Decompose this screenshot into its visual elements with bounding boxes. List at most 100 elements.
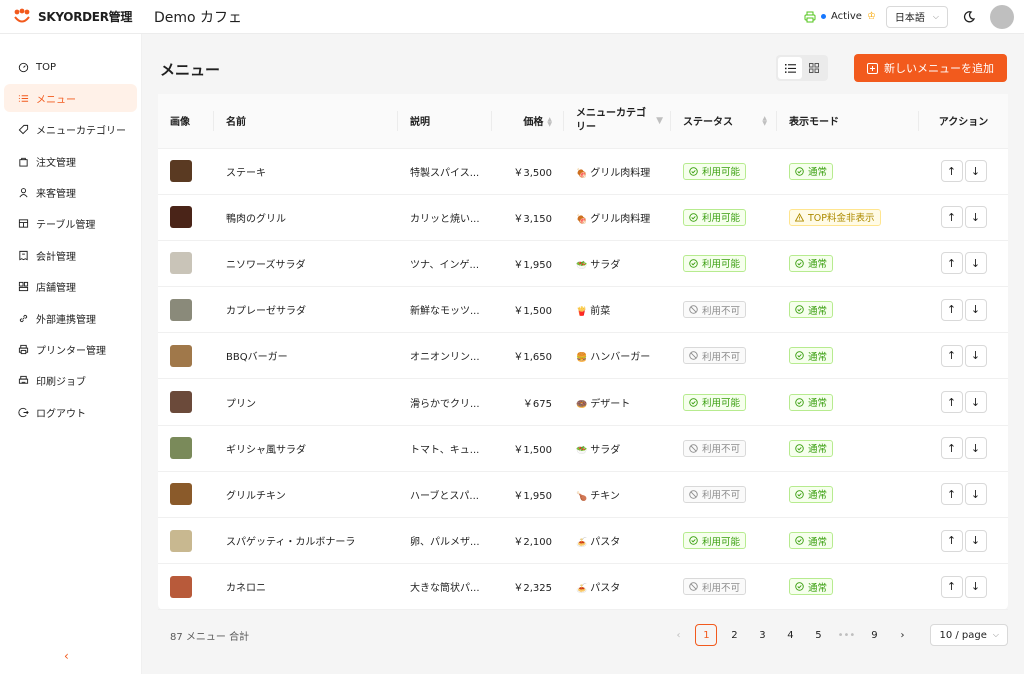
sidebar-item-8[interactable]: 外部連携管理 [4,304,137,332]
brand[interactable]: SKYORDER管理 [0,8,142,26]
arrow-down-icon: ↓ [970,441,981,455]
menu-thumbnail[interactable] [170,483,192,506]
menu-thumbnail[interactable] [170,298,192,321]
move-up-button[interactable]: ↑ [940,160,963,183]
menu-thumbnail[interactable] [170,206,192,229]
sidebar-item-10[interactable]: 印刷ジョブ [4,367,137,395]
move-down-button[interactable]: ↓ [964,252,987,275]
sidebar-item-3[interactable]: 注文管理 [4,147,137,175]
status-badge: 利用不可 [683,347,747,365]
receipt-icon [19,250,28,261]
table-row[interactable]: ギリシャ風サラダ トマト、キュ... ￥1,500 🥗 サラダ 利用不可 通常 ↑… [158,425,1008,472]
move-down-button[interactable]: ↓ [964,483,987,506]
prev-page-button[interactable]: ‹ [667,624,689,646]
move-up-button[interactable]: ↑ [940,437,963,460]
menu-thumbnail[interactable] [170,529,192,552]
sidebar-item-label: 会計管理 [36,251,76,263]
table-row[interactable]: カネロニ 大きな筒状パ... ￥2,325 🍝 パスタ 利用不可 通常 ↑ ↓ [158,563,1008,611]
sidebar-item-7[interactable]: 店舗管理 [4,273,137,301]
page-ellipsis[interactable]: ••• [835,624,857,646]
page-3-button[interactable]: 3 [751,624,773,646]
move-down-button[interactable]: ↓ [964,575,987,598]
sidebar-item-6[interactable]: 会計管理 [4,241,137,269]
menu-table: 画像 名前 説明 価格 ▲ ▼ メニューカテゴリー ▼ ステータス ▲ ▼ 表示モード ア… [158,94,1008,611]
add-menu-button[interactable]: 新しいメニューを追加 [854,54,1007,82]
menu-name: カプレーゼサラダ [214,286,398,334]
table-row[interactable]: プリン 滑らかでクリ... ￥675 🍩 デザート 利用可能 通常 ↑ ↓ [158,378,1008,426]
col-status-header[interactable]: ステータス ▲ ▼ [671,94,777,149]
menu-description: カリッと焼い... [398,194,492,241]
row-actions: ↑ ↓ [919,332,1008,380]
col-category-header[interactable]: メニューカテゴリー ▼ [564,94,671,149]
category-icon: 🍩 [576,399,588,410]
move-up-button[interactable]: ↑ [940,206,963,229]
sidebar-item-2[interactable]: メニューカテゴリー [4,116,137,144]
sidebar-item-label: ログアウト [36,408,86,420]
move-up-button[interactable]: ↑ [940,298,963,321]
warning-icon [795,212,804,222]
sidebar-item-0[interactable]: TOP [4,53,137,81]
theme-toggle-button[interactable] [958,6,980,28]
menu-thumbnail[interactable] [170,160,192,183]
page-4-button[interactable]: 4 [779,624,801,646]
move-down-button[interactable]: ↓ [964,529,987,552]
move-up-button[interactable]: ↑ [940,529,963,552]
table-row[interactable]: カプレーゼサラダ 新鮮なモッツ... ￥1,500 🍟 前菜 利用不可 通常 ↑ ↓ [158,286,1008,334]
move-up-button[interactable]: ↑ [940,575,963,598]
add-menu-label: 新しいメニューを追加 [884,62,994,75]
move-down-button[interactable]: ↓ [964,437,987,460]
grid-view-button[interactable] [802,57,826,79]
menu-thumbnail[interactable] [170,252,192,275]
page-2-button[interactable]: 2 [723,624,745,646]
move-down-button[interactable]: ↓ [964,160,987,183]
printer-status[interactable]: Active ♔ [804,11,876,23]
menu-thumbnail[interactable] [170,575,192,598]
table-row[interactable]: BBQバーガー オニオンリン... ￥1,650 🍔 ハンバーガー 利用不可 通常… [158,332,1008,380]
list-view-button[interactable] [778,57,802,79]
menu-price: ￥1,650 [492,332,564,380]
menu-thumbnail[interactable] [170,437,192,460]
sidebar-item-4[interactable]: 来客管理 [4,179,137,207]
table-row[interactable]: ステーキ 特製スパイス... ￥3,500 🍖 グリル肉料理 利用可能 通常 ↑ ↓ [158,148,1008,195]
main-content: メニュー 新しいメニューを追加 画像 名前 説明 価格 ▲ ▼ メニューカテゴリ… [142,34,1024,674]
menu-thumbnail[interactable] [170,391,192,414]
language-select[interactable]: 日本語 ⌵ [885,5,948,28]
avatar[interactable] [990,4,1014,29]
sidebar-item-9[interactable]: プリンター管理 [4,336,137,364]
table-row[interactable]: グリルチキン ハーブとスパ... ￥1,950 🍗 チキン 利用不可 通常 ↑ ↓ [158,471,1008,519]
check-circle-icon [689,213,698,222]
page-size-select[interactable]: 10 / page ⌵ [930,624,1008,646]
collapse-sidebar-button[interactable]: ‹ [64,649,69,663]
next-page-button[interactable]: › [891,624,913,646]
table-footer: 87 メニュー 合計 ‹ 1 2 3 4 5 ••• 9 › 10 / page ⌵ [158,622,1008,648]
table-row[interactable]: 鴨肉のグリル カリッと焼い... ￥3,150 🍖 グリル肉料理 利用可能 TOP… [158,194,1008,241]
move-up-button[interactable]: ↑ [940,391,963,414]
move-up-button[interactable]: ↑ [940,483,963,506]
menu-description: ハーブとスパ... [398,471,492,519]
move-up-button[interactable]: ↑ [940,252,963,275]
sidebar-item-5[interactable]: テーブル管理 [4,210,137,238]
sidebar-item-label: メニュー [36,94,76,106]
sidebar-item-11[interactable]: ログアウト [4,398,137,426]
page-5-button[interactable]: 5 [807,624,829,646]
arrow-up-icon: ↑ [946,534,957,548]
move-down-button[interactable]: ↓ [964,206,987,229]
menu-price: ￥2,100 [492,517,564,565]
move-down-button[interactable]: ↓ [964,344,987,367]
status-badge: 利用可能 [683,162,747,180]
filter-icon[interactable]: ▼ [656,114,663,128]
page-last-button[interactable]: 9 [863,624,885,646]
move-down-button[interactable]: ↓ [964,391,987,414]
check-circle-icon [795,582,804,592]
col-price-header[interactable]: 価格 ▲ ▼ [492,94,564,149]
chevron-down-icon: ⌵ [932,11,939,21]
print-job-icon [18,376,29,385]
page-1-button[interactable]: 1 [695,624,718,646]
check-circle-icon [795,259,804,268]
table-row[interactable]: スパゲッティ・カルボナーラ 卵、パルメザ... ￥2,100 🍝 パスタ 利用可能… [158,517,1008,565]
sidebar-item-1[interactable]: メニュー [4,84,137,113]
move-down-button[interactable]: ↓ [964,298,987,321]
table-row[interactable]: ニソワーズサラダ ツナ、インゲ... ￥1,950 🥗 サラダ 利用可能 通常 ↑… [158,240,1008,288]
move-up-button[interactable]: ↑ [940,344,963,367]
menu-thumbnail[interactable] [170,344,192,367]
